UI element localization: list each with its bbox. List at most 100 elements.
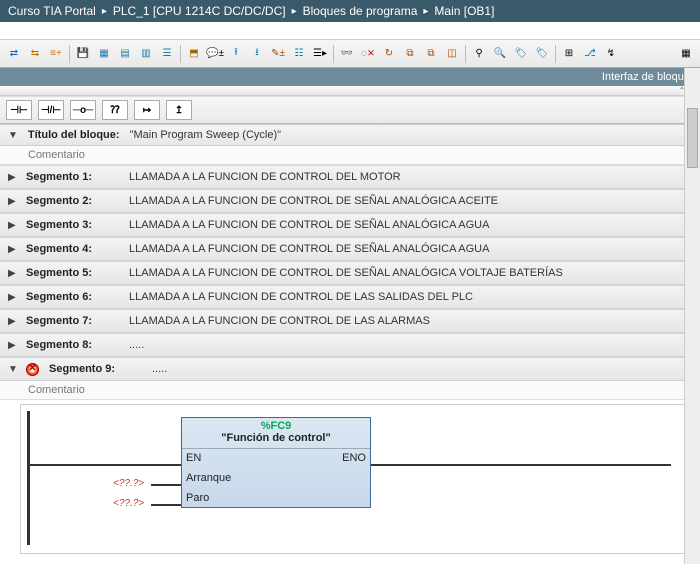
segment-row[interactable]: ▶ Segmento 3: LLAMADA A LA FUNCION DE CONT… [0,213,700,237]
tool-comment-icon[interactable]: 💬± [205,44,225,64]
instr-branch-open[interactable]: ↦ [134,100,160,120]
segment-expand-icon[interactable]: ▶ [8,244,18,255]
instr-coil[interactable]: ─o─ [70,100,96,120]
interface-bar[interactable]: Interfaz de bloque [0,68,700,86]
block-title-value[interactable]: "Main Program Sweep (Cycle)" [130,129,281,141]
tool-go-offline-icon[interactable]: ⇆ [25,44,45,64]
instr-branch-close[interactable]: ↥ [166,100,192,120]
segment-desc[interactable]: ..... [152,363,167,375]
segment-expand-icon[interactable]: ▶ [8,268,18,279]
tool-xref2-icon[interactable]: ⧉ [421,44,441,64]
tool-misc1-icon[interactable]: ☰ [157,44,177,64]
wire [151,504,181,506]
tool-addnet-icon[interactable]: ≡+ [46,44,66,64]
instruction-toolbar: ⊣⊢ ⊣/⊢ ─o─ ⁇ ↦ ↥ [0,96,700,124]
tool-filter-icon[interactable]: ⚲ [469,44,489,64]
segment-expand-icon[interactable]: ▼ [8,364,18,375]
tool-list-icon[interactable]: ☷ [289,44,309,64]
fbd-port-in[interactable]: Arranque [186,472,231,484]
breadcrumb-item[interactable]: Curso TIA Portal [8,4,96,18]
segment-expand-icon[interactable]: ▶ [8,196,18,207]
segment-name: Segmento 1: [26,171,121,183]
fbd-port-in[interactable]: Paro [186,492,231,504]
segment-name: Segmento 3: [26,219,121,231]
segment-desc[interactable]: LLAMADA A LA FUNCION DE CONTROL DE SEÑAL… [129,195,498,207]
scrollbar-thumb[interactable] [687,108,698,168]
tool-props-icon[interactable]: ☰▸ [310,44,330,64]
main-toolbar: ⇄ ⇆ ≡+ 💾 ▦ ▤ ▥ ☰ ⬒ 💬± ⭱ ⭳ ✎± ☷ ☰▸ 👓 ◌⨯ ↻… [0,40,700,68]
instr-empty-box[interactable]: ⁇ [102,100,128,120]
tool-stamp-icon[interactable]: ✎± [268,44,288,64]
tool-search-icon[interactable]: 🔍 [490,44,510,64]
vertical-scrollbar[interactable] [684,68,700,564]
segment-desc[interactable]: LLAMADA A LA FUNCION DE CONTROL DE LAS S… [129,291,473,303]
segment-comment[interactable]: Comentario [0,381,700,400]
tool-refresh-icon[interactable]: ↻ [379,44,399,64]
tool-last-icon[interactable]: ↯ [601,44,621,64]
tool-tag1-icon[interactable]: 🏷 [511,44,531,64]
segment-expand-icon[interactable]: ▶ [8,292,18,303]
segment-row[interactable]: ▶Segmento 5:LLAMADA A LA FUNCION DE CONT… [0,261,700,285]
tool-download-icon[interactable]: ⭳ [247,44,267,64]
segment-row[interactable]: ▶Segmento 4:LLAMADA A LA FUNCION DE CONT… [0,237,700,261]
segment-desc[interactable]: ..... [129,339,144,351]
segment-name: Segmento 9: [49,363,144,375]
tool-chart-icon[interactable]: ◫ [442,44,462,64]
unresolved-tag[interactable]: <??.?> [113,498,144,509]
segment-expand-icon[interactable]: ▶ [8,172,18,183]
segment-expand-icon[interactable]: ▶ [8,340,18,351]
segment-name: Segmento 2: [26,195,121,207]
segment-desc[interactable]: LLAMADA A LA FUNCION DE CONTROL DE SEÑAL… [129,243,489,255]
breadcrumb-sep-icon: ▸ [423,6,428,17]
tool-run-icon[interactable]: ▦ [676,44,696,64]
segment-row[interactable]: ▶Segmento 8:..... [0,333,700,357]
block-comment[interactable]: Comentario [0,146,700,165]
breadcrumb-sep-icon: ▸ [292,6,297,17]
block-title-row: ▼ Título del bloque: "Main Program Sweep… [0,124,700,146]
fbd-port-out[interactable]: ENO [342,452,366,464]
unresolved-tag[interactable]: <??.?> [113,478,144,489]
tool-help-icon[interactable]: ⎇ [580,44,600,64]
segment-desc[interactable]: LLAMADA A LA FUNCION DE CONTROL DE SEÑAL… [129,219,489,231]
tool-monitor-icon[interactable]: 👓 [337,44,357,64]
breadcrumb-item[interactable]: Main [OB1] [434,4,494,18]
block-title-label: Título del bloque: [28,129,120,141]
tool-tag2-icon[interactable]: 🏷 [532,44,552,64]
tool-struct-icon[interactable]: ⊞ [559,44,579,64]
segment-row[interactable]: ▶ Segmento 2: LLAMADA A LA FUNCION DE CONT… [0,189,700,213]
toolbar-divider [465,45,466,63]
instr-nc-contact[interactable]: ⊣/⊢ [38,100,64,120]
tool-tab1-icon[interactable]: ▤ [115,44,135,64]
breadcrumb-item[interactable]: PLC_1 [CPU 1214C DC/DC/DC] [113,4,286,18]
error-icon: ✕ [26,363,39,376]
tool-go-online-icon[interactable]: ⇄ [4,44,24,64]
tool-xref1-icon[interactable]: ⧉ [400,44,420,64]
tool-breakpoint-icon[interactable]: ◌⨯ [358,44,378,64]
spacer [0,22,700,40]
segment-desc[interactable]: LLAMADA A LA FUNCION DE CONTROL DE LAS A… [129,315,430,327]
segment-desc[interactable]: LLAMADA A LA FUNCION DE CONTROL DE SEÑAL… [129,267,563,279]
fbd-port-in[interactable]: EN [186,452,231,464]
fbd-call-box[interactable]: %FC9"Función de control"ENArranqueParoEN… [181,417,371,508]
tool-upload-icon[interactable]: ⭱ [226,44,246,64]
segment-expand-icon[interactable]: ▶ [8,316,18,327]
toolbar-divider [180,45,181,63]
power-rail [27,411,30,545]
tool-save-icon[interactable]: 💾 [73,44,93,64]
segment-expand-icon[interactable]: ▶ [8,220,18,231]
fbd-symbol-ref: %FC9 [182,418,370,432]
instr-no-contact[interactable]: ⊣⊢ [6,100,32,120]
toolbar-divider [333,45,334,63]
segment-row[interactable]: ▶ Segmento 1: LLAMADA A LA FUNCION DE CONT… [0,165,700,189]
segment-desc[interactable]: LLAMADA A LA FUNCION DE CONTROL DEL MOTO… [129,171,401,183]
network-canvas[interactable]: <??.?><??.?>%FC9"Función de control"ENAr… [20,404,694,554]
collapse-bar: ⌃ ⌄ [0,86,700,96]
segment-row[interactable]: ▶Segmento 6:LLAMADA A LA FUNCION DE CONT… [0,285,700,309]
tool-compile-icon[interactable]: ▦ [94,44,114,64]
segment-row[interactable]: ▼ ✕ Segmento 9:..... [0,357,700,381]
segment-row[interactable]: ▶Segmento 7:LLAMADA A LA FUNCION DE CONT… [0,309,700,333]
tool-insert-icon[interactable]: ⬒ [184,44,204,64]
breadcrumb-item[interactable]: Bloques de programa [303,4,418,18]
tool-tab2-icon[interactable]: ▥ [136,44,156,64]
collapse-arrow-icon[interactable]: ▼ [8,130,18,141]
